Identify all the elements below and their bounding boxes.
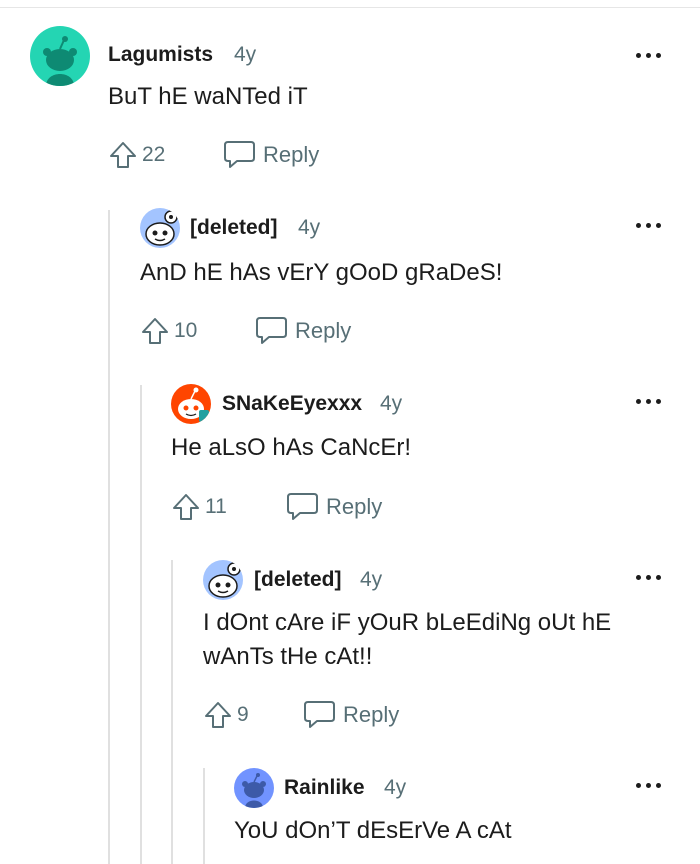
comment-body: He aLsO hAs CaNcEr! [171,434,412,461]
upvote-control[interactable]: 22 [108,140,223,170]
top-divider [0,7,700,8]
snoo-deleted-avatar[interactable] [203,560,243,600]
comment-author[interactable]: [deleted] [190,216,278,240]
reply-button[interactable]: Reply [223,139,319,170]
snoo-blue-avatar[interactable] [234,768,274,808]
comment-age: 4y [234,43,257,66]
comment-body: AnD hE hAs vErY gOoD gRaDeS! [140,259,503,286]
upvote-control[interactable]: 10 [140,316,255,346]
reply-label: Reply [343,701,400,727]
comment-body: I dOnt cAre iF yOuR bLeEdiNg oUt hE wAnT… [203,609,612,670]
more-options-icon[interactable] [636,220,664,230]
reply-bubble-icon [287,493,318,520]
comment-author[interactable]: SNaKeEyexxx [222,392,362,416]
reply-label: Reply [295,317,352,343]
comment-age: 4y [360,568,383,591]
upvote-arrow-icon[interactable] [203,700,233,730]
snoo-teal-avatar[interactable] [30,26,90,86]
comment-age: 4y [298,216,321,239]
comment-body: BuT hE waNTed iT [108,83,308,110]
reply-label: Reply [326,493,383,519]
comment-age: 4y [380,392,403,415]
upvote-control[interactable]: 9 [203,700,303,730]
snoo-orange-avatar[interactable] [171,384,211,424]
reply-bubble-icon [224,141,255,168]
reply-bubble-icon [304,701,335,728]
comment-age: 4y [384,776,407,799]
more-options-icon[interactable] [636,396,664,406]
more-options-icon[interactable] [636,50,664,60]
thread-line[interactable] [203,768,205,864]
comment-author[interactable]: [deleted] [254,568,342,592]
vote-count: 9 [237,702,249,726]
reply-button[interactable]: Reply [286,491,382,522]
reply-bubble-icon [256,317,287,344]
comment-body: YoU dOn’T dEsErVe A cAt [234,817,512,844]
upvote-control[interactable]: 11 [171,492,286,522]
reply-button[interactable]: Reply [255,315,351,346]
comment-author[interactable]: Lagumists [108,43,213,67]
comment-author[interactable]: Rainlike [284,776,365,800]
thread-line[interactable] [140,385,142,864]
thread-line[interactable] [108,210,110,864]
more-options-icon[interactable] [636,572,664,582]
reply-label: Reply [263,141,320,167]
comment-actions: 10 Reply [140,315,351,346]
snoo-deleted-avatar[interactable] [140,208,180,248]
upvote-arrow-icon[interactable] [171,492,201,522]
more-options-icon[interactable] [636,780,664,790]
vote-count: 11 [205,494,227,518]
vote-count: 22 [142,142,166,166]
upvote-arrow-icon[interactable] [108,140,138,170]
thread-line[interactable] [171,560,173,864]
upvote-arrow-icon[interactable] [140,316,170,346]
comment-actions: 9 Reply [203,699,399,730]
comment-actions: 22 Reply [108,139,319,170]
vote-count: 10 [174,318,198,342]
comment-actions: 11 Reply [171,491,382,522]
reply-button[interactable]: Reply [303,699,399,730]
